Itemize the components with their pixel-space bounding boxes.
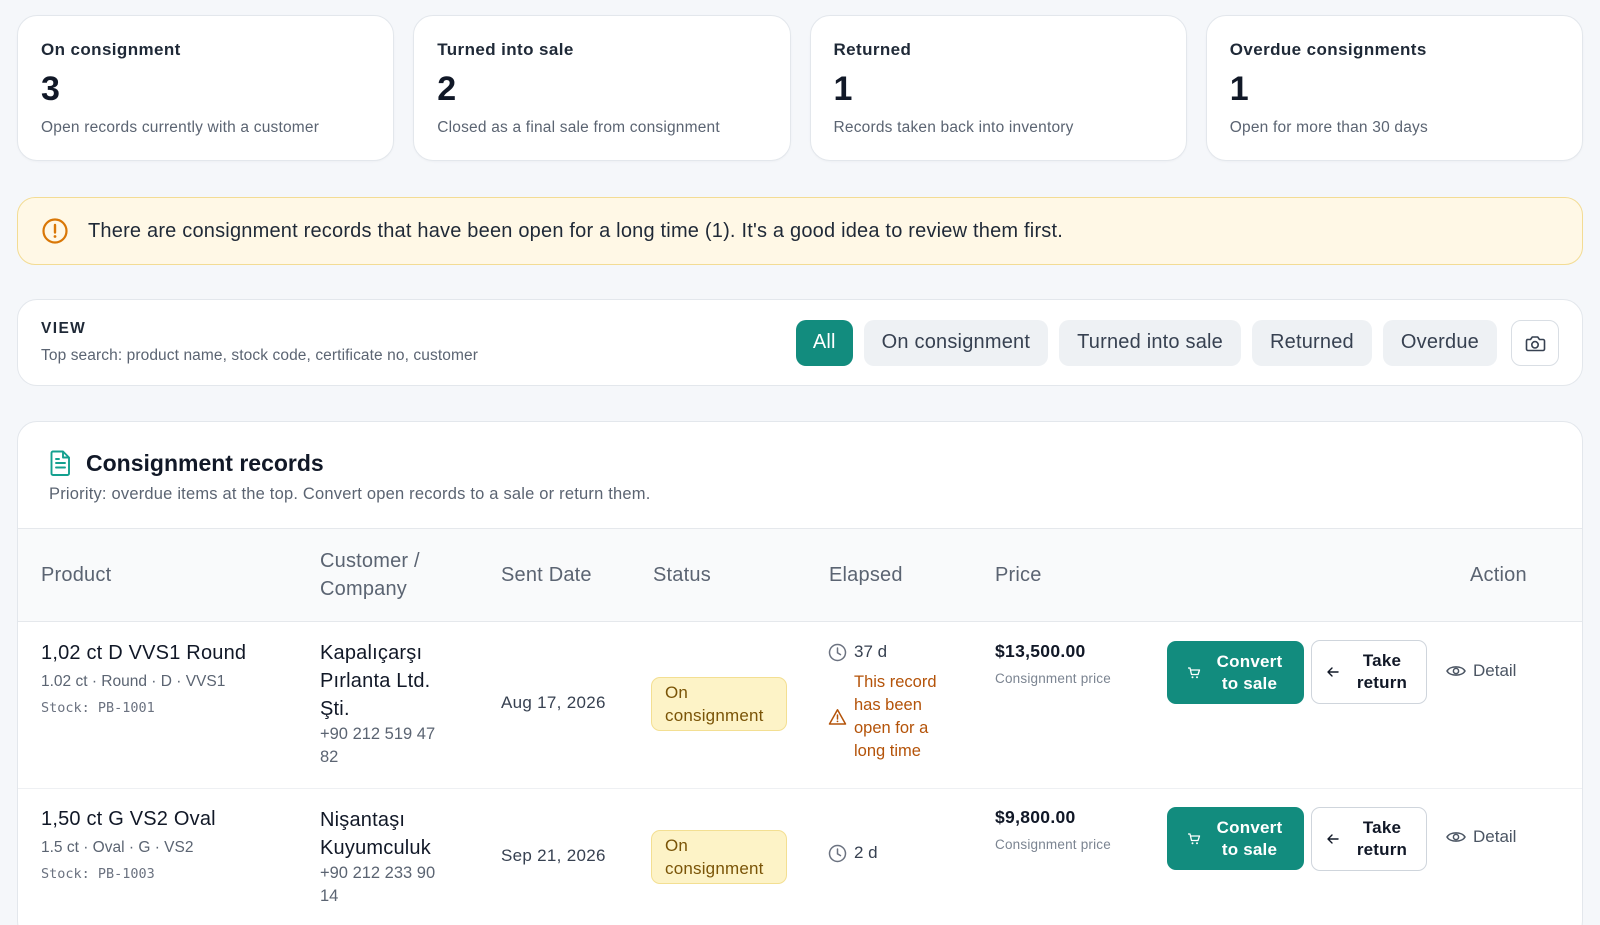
eye-icon: [1446, 830, 1473, 844]
stat-description: Closed as a final sale from consignment: [437, 119, 720, 136]
view-search-hint: Top search: product name, stock code, ce…: [41, 347, 478, 364]
stat-card-on-consignment: On consignment 3 Open records currently …: [17, 15, 395, 161]
price-value: $13,500.00: [995, 641, 1086, 661]
records-header: Consignment records Priority: overdue it…: [18, 422, 1582, 529]
stat-value: 2: [437, 70, 457, 108]
stat-label: Returned: [833, 40, 912, 59]
clock-icon: [828, 844, 854, 863]
column-elapsed: Elapsed: [829, 564, 903, 586]
convert-to-sale-button[interactable]: Convert to sale: [1167, 807, 1304, 870]
arrow-left-icon: [1327, 667, 1339, 677]
column-price: Price: [995, 564, 1042, 586]
stat-card-returned: Returned 1 Records taken back into inven…: [809, 15, 1187, 161]
filter-pills: All On consignment Turned into sale Retu…: [795, 319, 1559, 366]
warning-triangle-icon: [828, 708, 847, 726]
alert-message: There are consignment records that have …: [88, 219, 1064, 242]
stat-card-turned-into-sale: Turned into sale 2 Closed as a final sal…: [413, 15, 791, 161]
detail-link[interactable]: Detail: [1446, 661, 1516, 681]
take-return-button[interactable]: Take return: [1311, 640, 1427, 704]
arrow-left-icon: [1327, 834, 1339, 844]
status-badge: On consignment: [651, 677, 787, 731]
customer-cell: Nişantaşı Kuyumculuk +90 212 233 90 14: [320, 806, 470, 908]
alert-circle-icon: [41, 217, 69, 245]
customer-phone: +90 212 519 47 82: [320, 725, 436, 766]
warning-text: This record has been open for a long tim…: [854, 673, 937, 760]
elapsed-cell: 37 d This record has been open for a lon…: [828, 642, 954, 763]
table-row: 1,50 ct G VS2 Oval 1.5 ct · Oval · G · V…: [18, 789, 1582, 925]
filter-returned[interactable]: Returned: [1252, 319, 1372, 366]
price-label: Consignment price: [995, 671, 1111, 686]
cart-icon: [1187, 666, 1201, 680]
product-name: 1,02 ct D VVS1 Round: [41, 642, 247, 664]
customer-cell: Kapalıçarşı Pırlanta Ltd. Şti. +90 212 5…: [320, 639, 470, 769]
convert-label: Convert to sale: [1216, 817, 1283, 859]
column-customer: Customer / Company: [320, 550, 420, 600]
price-cell: $9,800.00 Consignment price: [995, 807, 1111, 852]
filter-on-consignment[interactable]: On consignment: [863, 319, 1049, 366]
stat-value: 1: [833, 70, 853, 108]
filter-all[interactable]: All: [795, 319, 853, 366]
detail-label: Detail: [1473, 661, 1517, 680]
view-heading: VIEW Top search: product name, stock cod…: [41, 320, 796, 365]
sent-date: Aug 17, 2026: [501, 693, 606, 712]
clock-icon: [828, 643, 854, 662]
camera-button[interactable]: [1511, 319, 1559, 366]
document-icon: [48, 449, 74, 477]
sent-date: Sep 21, 2026: [501, 846, 606, 865]
table-row: 1,02 ct D VVS1 Round 1.02 ct · Round · D…: [18, 622, 1582, 789]
overdue-warning: This record has been open for a long tim…: [828, 671, 954, 763]
price-cell: $13,500.00 Consignment price: [995, 641, 1111, 686]
records-title: Consignment records: [86, 449, 324, 476]
stat-label: On consignment: [41, 40, 181, 59]
stat-description: Records taken back into inventory: [833, 119, 1074, 136]
stat-label: Overdue consignments: [1229, 40, 1427, 59]
stat-description: Open for more than 30 days: [1229, 119, 1428, 136]
stock-code: Stock: PB-1003: [41, 866, 155, 882]
consignment-records-card: Consignment records Priority: overdue it…: [17, 421, 1583, 925]
stat-label: Turned into sale: [437, 40, 574, 59]
filter-turned-into-sale[interactable]: Turned into sale: [1059, 319, 1241, 366]
convert-label: Convert to sale: [1216, 651, 1283, 693]
status-badge: On consignment: [651, 830, 787, 884]
customer-name: Kapalıçarşı Pırlanta Ltd. Şti.: [320, 642, 431, 720]
column-action: Action: [1470, 564, 1527, 586]
convert-to-sale-button[interactable]: Convert to sale: [1167, 641, 1304, 704]
return-label: Take return: [1356, 651, 1408, 692]
camera-icon: [1524, 333, 1546, 353]
product-specs: 1.5 ct · Oval · G · VS2: [41, 839, 194, 856]
view-title: VIEW: [41, 320, 87, 337]
column-product: Product: [41, 564, 112, 586]
records-subtitle: Priority: overdue items at the top. Conv…: [49, 485, 651, 503]
customer-phone: +90 212 233 90 14: [320, 864, 436, 905]
return-label: Take return: [1356, 818, 1408, 859]
stat-value: 3: [41, 70, 60, 108]
eye-icon: [1446, 664, 1473, 678]
stock-code: Stock: PB-1001: [41, 700, 155, 716]
overdue-alert-banner: There are consignment records that have …: [17, 197, 1583, 265]
table-header: Product Customer / Company Sent Date Sta…: [18, 529, 1582, 622]
price-label: Consignment price: [995, 837, 1111, 852]
stats-row: On consignment 3 Open records currently …: [17, 15, 1583, 161]
stat-description: Open records currently with a customer: [41, 119, 320, 136]
column-status: Status: [653, 564, 711, 586]
detail-label: Detail: [1473, 827, 1517, 846]
page: On consignment 3 Open records currently …: [0, 0, 1600, 925]
customer-name: Nişantaşı Kuyumculuk: [320, 809, 431, 859]
view-filter-bar: VIEW Top search: product name, stock cod…: [17, 299, 1583, 386]
cart-icon: [1187, 832, 1201, 846]
product-cell: 1,02 ct D VVS1 Round 1.02 ct · Round · D…: [41, 642, 246, 716]
product-cell: 1,50 ct G VS2 Oval 1.5 ct · Oval · G · V…: [41, 808, 216, 882]
detail-link[interactable]: Detail: [1446, 827, 1516, 847]
price-value: $9,800.00: [995, 807, 1076, 827]
take-return-button[interactable]: Take return: [1311, 807, 1427, 871]
elapsed-cell: 2 d: [828, 843, 878, 863]
stat-value: 1: [1229, 70, 1249, 108]
product-specs: 1.02 ct · Round · D · VVS1: [41, 673, 226, 690]
column-sent-date: Sent Date: [501, 564, 592, 586]
filter-overdue[interactable]: Overdue: [1382, 319, 1497, 366]
elapsed-value: 37 d: [854, 642, 888, 661]
elapsed-value: 2 d: [854, 843, 878, 862]
stat-card-overdue: Overdue consignments 1 Open for more tha…: [1205, 15, 1583, 161]
product-name: 1,50 ct G VS2 Oval: [41, 808, 216, 830]
